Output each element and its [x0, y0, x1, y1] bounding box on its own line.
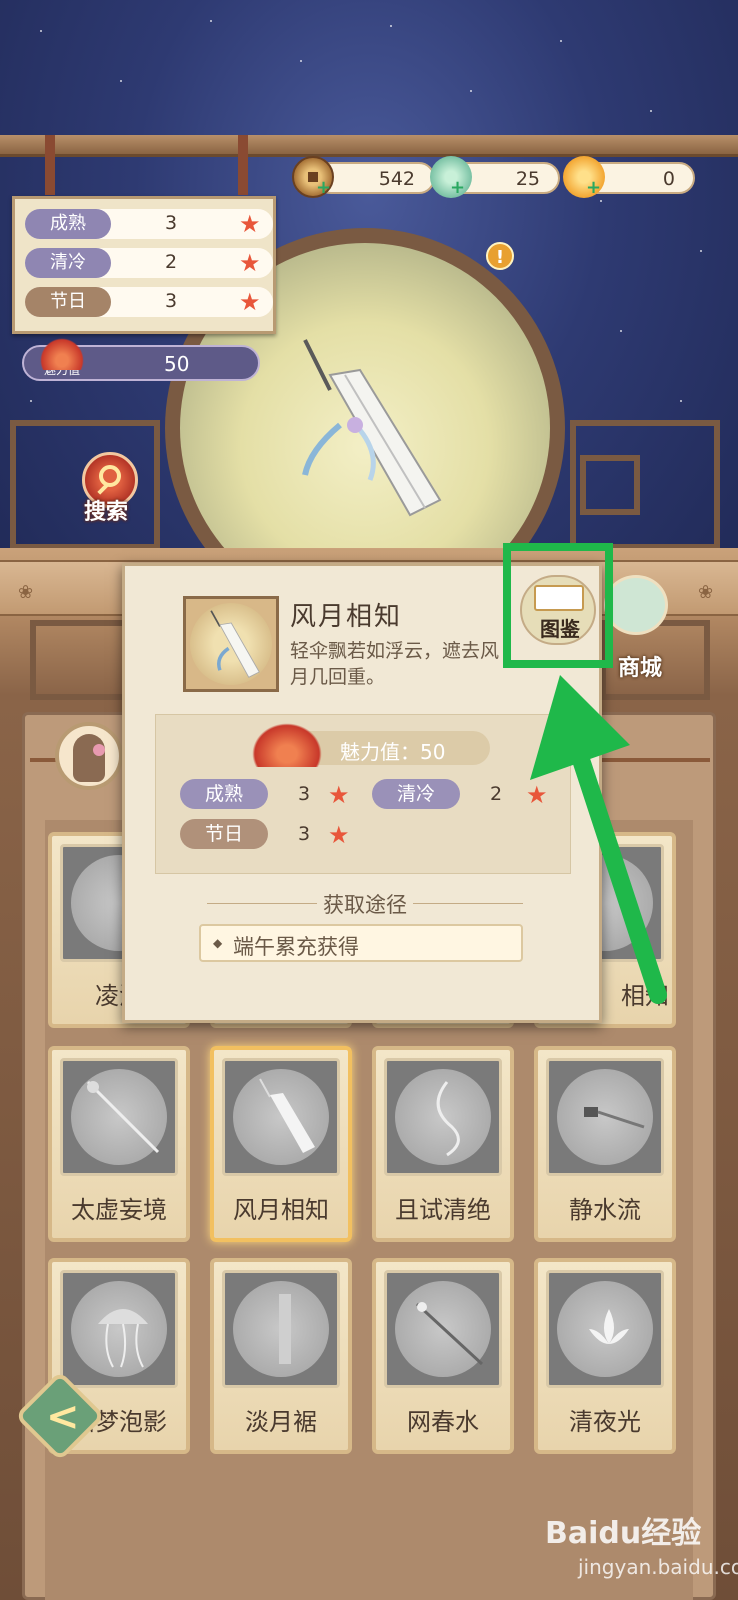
item-card-label: 清夜光 — [569, 1408, 641, 1436]
item-card-label: 网春水 — [407, 1408, 479, 1436]
umbrella-icon — [210, 610, 260, 678]
attribute-tag: 清冷 — [372, 779, 460, 809]
star-icon: ★ — [239, 288, 261, 316]
attribute-value: 3 — [165, 290, 178, 312]
peony-icon — [40, 338, 84, 370]
item-description: 轻伞飘若如浮云，遮去风月几回重。 — [290, 640, 500, 688]
lotus-icon — [589, 1309, 629, 1344]
add-coin-icon[interactable]: + — [316, 179, 332, 197]
attribute-value: 3 — [165, 212, 178, 234]
ladle-icon — [584, 1107, 645, 1129]
umbrella-display-image — [302, 339, 442, 517]
gold-amount: 0 — [662, 168, 675, 190]
item-card[interactable]: 网春水 — [372, 1258, 514, 1454]
silk-icon — [279, 1294, 291, 1364]
attribute-tag: 成熟 — [180, 779, 268, 809]
knot-icon: ❀ — [18, 582, 34, 603]
attribute-tag: 节日 — [180, 819, 268, 849]
attribute-panel: 成熟 3 ★ 清冷 2 ★ 节日 3 ★ — [12, 196, 276, 334]
item-thumbnail — [183, 596, 279, 692]
exclamation-icon[interactable]: ! — [486, 242, 514, 270]
lattice-window-detail — [580, 455, 640, 515]
charm-pill-label: 魅力值：50 — [340, 740, 446, 764]
watermark-logo: Baidu经验 — [545, 1516, 702, 1551]
chevron-left-icon[interactable]: < — [46, 1394, 80, 1440]
item-card-label: 风月相知 — [233, 1196, 329, 1224]
attribute-value: 3 — [298, 823, 311, 845]
attribute-row: 节日 3 ★ — [25, 287, 273, 317]
attribute-tag: 清冷 — [25, 248, 111, 278]
star-icon: ★ — [328, 781, 350, 809]
divider — [413, 903, 523, 904]
item-stats-box: 魅力值：50 成熟 3 ★ 清冷 2 ★ 节日 3 ★ — [155, 714, 571, 874]
add-jade-icon[interactable]: + — [450, 179, 466, 197]
item-card-label: 太虚妄境 — [71, 1196, 167, 1224]
star-icon: ★ — [239, 210, 261, 238]
knot-icon: ❀ — [698, 582, 714, 603]
item-name: 风月相知 — [290, 602, 403, 632]
item-card[interactable]: 且试清绝 — [372, 1046, 514, 1242]
coin-amount: 542 — [378, 168, 415, 190]
avatar[interactable] — [55, 722, 123, 790]
attribute-tag: 成熟 — [25, 209, 111, 239]
hanging-post — [238, 135, 248, 195]
item-card[interactable]: 淡月裾 — [210, 1258, 352, 1454]
star-icon: ★ — [239, 249, 261, 277]
attribute-value: 2 — [165, 251, 178, 273]
item-card[interactable]: 清夜光 — [534, 1258, 676, 1454]
jade-amount: 25 — [515, 168, 540, 190]
item-card-label: 静水流 — [569, 1196, 641, 1224]
attribute-tag: 节日 — [25, 287, 111, 317]
ribbon-icon — [436, 1081, 460, 1157]
charm-value: 50 — [164, 352, 190, 376]
star-icon: ★ — [328, 821, 350, 849]
attribute-row: 清冷 2 ★ — [25, 248, 273, 278]
item-card[interactable]: 太虚妄境 — [48, 1046, 190, 1242]
acquire-source-text: 端午累充获得 — [233, 935, 359, 959]
highlight-box — [503, 543, 613, 668]
peony-icon — [252, 723, 322, 767]
diamond-bullet-icon: ◆ — [213, 936, 223, 950]
add-gold-icon[interactable]: + — [586, 179, 602, 197]
attribute-row: 成熟 3 ★ — [25, 209, 273, 239]
item-card[interactable]: 静水流 — [534, 1046, 676, 1242]
hairpin-icon — [415, 1302, 484, 1366]
magnifier-icon — [99, 465, 121, 487]
item-card-label: 淡月裾 — [245, 1408, 317, 1436]
jellyfish-icon — [98, 1309, 148, 1368]
item-card-selected[interactable]: 风月相知 — [210, 1046, 352, 1242]
hanging-post — [45, 135, 55, 195]
staff-icon — [86, 1080, 160, 1154]
shop-icon[interactable] — [604, 575, 668, 635]
attribute-value: 2 — [490, 783, 503, 805]
watermark-url: jingyan.baidu.com — [578, 1555, 738, 1579]
search-label[interactable]: 搜索 — [84, 494, 128, 526]
umbrella-icon — [259, 1078, 315, 1153]
attribute-value: 3 — [298, 783, 311, 805]
item-card-label: 且试清绝 — [395, 1196, 491, 1224]
top-wooden-beam — [0, 135, 738, 157]
acquire-source-item[interactable]: ◆ 端午累充获得 — [199, 924, 523, 962]
pointer-arrow-icon — [530, 675, 667, 1004]
